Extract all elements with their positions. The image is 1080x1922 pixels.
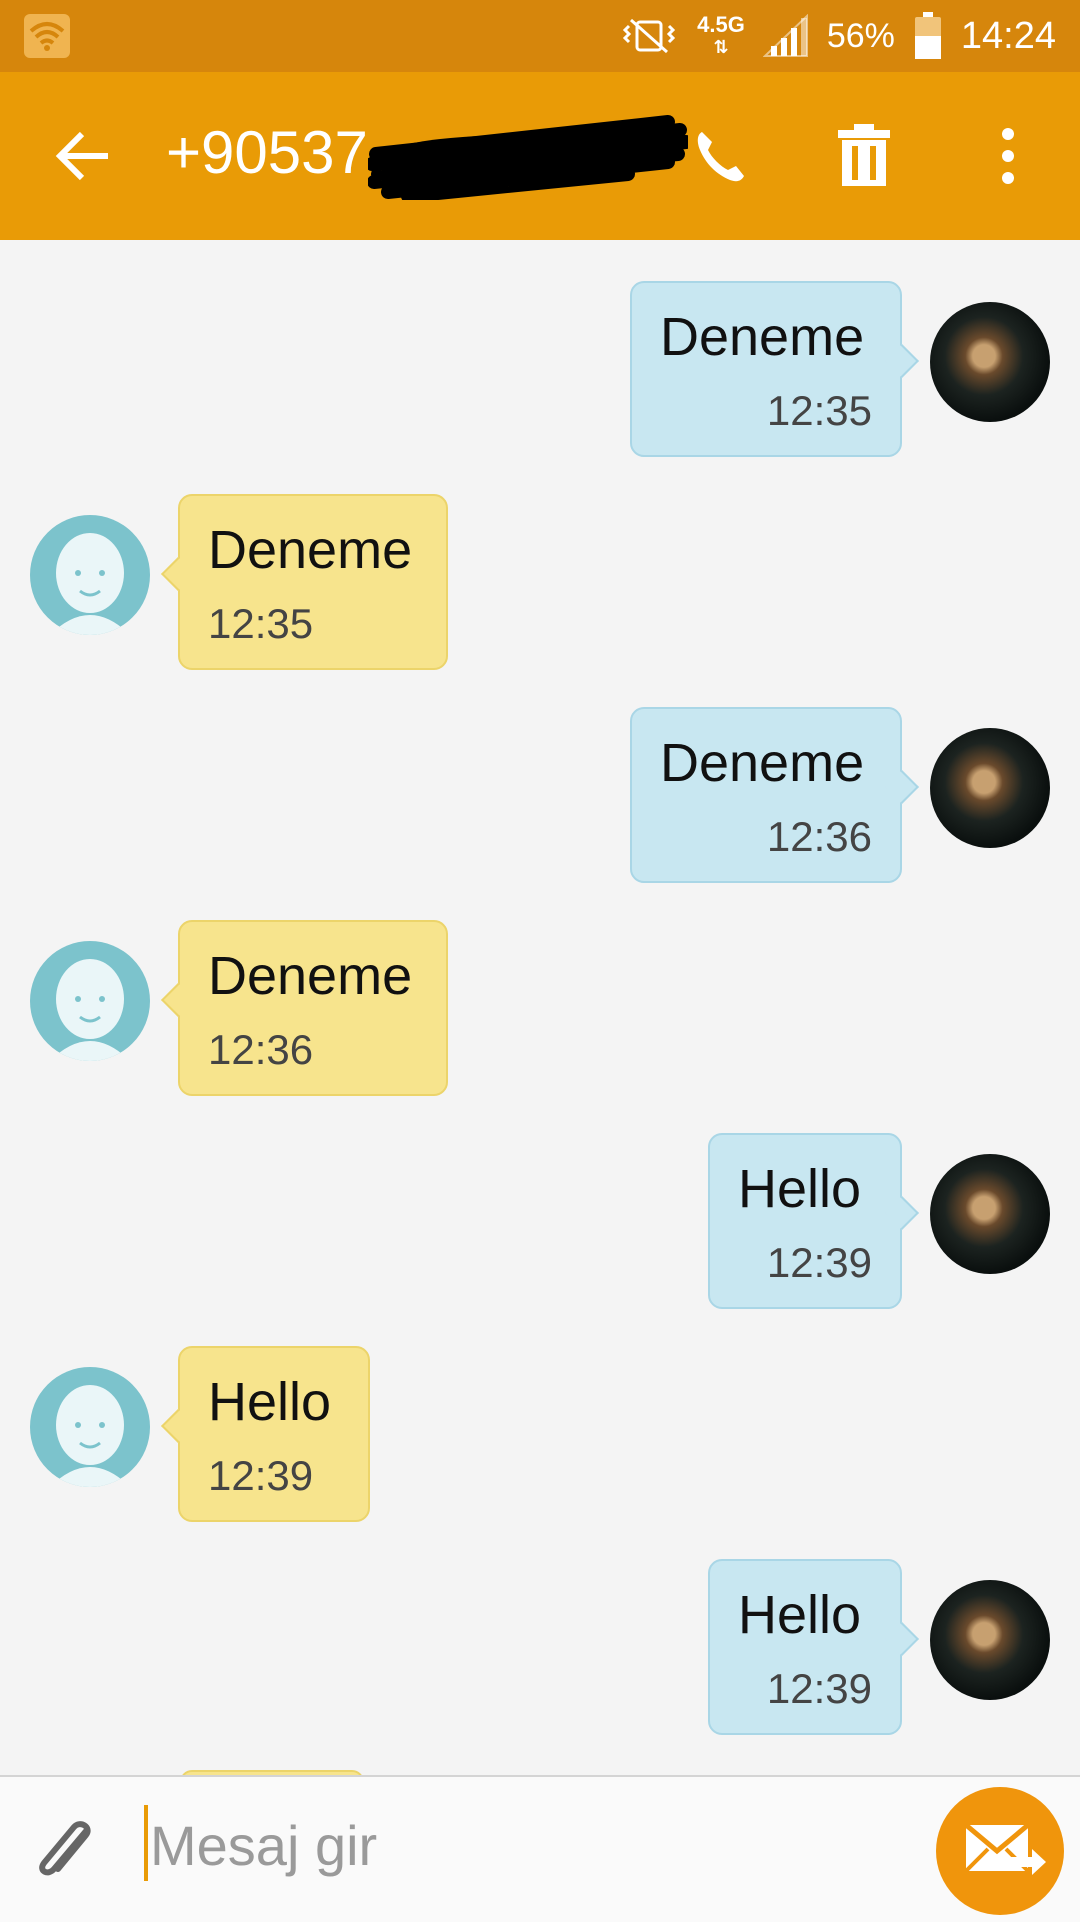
message-text: Hello: [738, 1585, 862, 1645]
message-time: 12:39: [766, 1239, 872, 1286]
network-type-text: 4.5G: [697, 12, 745, 37]
message-text: Deneme: [208, 520, 413, 580]
redaction-scribble: [368, 115, 688, 200]
message-time: 12:39: [208, 1452, 314, 1499]
message-time: 12:36: [766, 813, 872, 860]
contact-phone-number[interactable]: +90537: [166, 118, 368, 187]
network-type-label: 4.5G ⇅: [697, 12, 745, 58]
more-vert-icon[interactable]: [988, 124, 1028, 188]
default-person-icon: [50, 959, 130, 1061]
trash-icon[interactable]: [836, 124, 892, 188]
message-text: Hello: [738, 1159, 862, 1219]
message-bubble-outgoing[interactable]: Hello 12:39: [708, 1559, 919, 1735]
default-person-icon: [50, 1385, 130, 1487]
message-text: Hello: [208, 1372, 332, 1432]
contact-avatar[interactable]: [30, 941, 150, 1061]
battery-icon: [914, 12, 941, 59]
message-time: 12:39: [766, 1665, 872, 1712]
default-person-icon: [50, 533, 130, 635]
my-avatar[interactable]: [930, 1580, 1050, 1700]
status-bar: 4.5G ⇅ 56% 14:24: [0, 0, 1080, 72]
my-avatar[interactable]: [930, 302, 1050, 422]
send-envelope-icon: [964, 1823, 1046, 1875]
phone-icon[interactable]: [690, 126, 750, 186]
send-button[interactable]: [936, 1787, 1064, 1915]
message-bubble-incoming[interactable]: Deneme 12:35: [161, 494, 448, 670]
message-list[interactable]: Deneme 12:35 Deneme 12:35 Deneme 12:36 D…: [0, 240, 1080, 1775]
message-text: Deneme: [660, 733, 865, 793]
vibrate-icon: [623, 18, 676, 54]
back-arrow-icon[interactable]: [52, 124, 116, 188]
paperclip-icon[interactable]: [30, 1815, 102, 1891]
battery-percent: 56%: [826, 16, 895, 55]
message-time: 12:35: [208, 600, 314, 647]
message-input[interactable]: [148, 1799, 912, 1891]
my-avatar[interactable]: [930, 728, 1050, 848]
message-bubble-outgoing[interactable]: Deneme 12:36: [630, 707, 919, 883]
clock: 14:24: [960, 14, 1056, 57]
message-time: 12:36: [208, 1026, 314, 1073]
message-time: 12:35: [766, 387, 872, 434]
message-bubble-incoming[interactable]: Hello 12:39: [161, 1346, 370, 1522]
my-avatar[interactable]: [930, 1154, 1050, 1274]
contact-avatar[interactable]: [30, 515, 150, 635]
contact-avatar[interactable]: [30, 1367, 150, 1487]
signal-icon: [762, 14, 808, 57]
conversation-header: +90537: [0, 72, 1080, 240]
message-bubble-outgoing[interactable]: Hello 12:39: [708, 1133, 919, 1309]
message-text: Deneme: [660, 307, 865, 367]
message-bubble-outgoing[interactable]: Deneme 12:35: [630, 281, 919, 457]
composer-bar: [0, 1775, 1080, 1922]
message-bubble-incoming[interactable]: Deneme 12:36: [161, 920, 448, 1096]
wifi-icon: [24, 14, 70, 58]
message-text: Deneme: [208, 946, 413, 1006]
